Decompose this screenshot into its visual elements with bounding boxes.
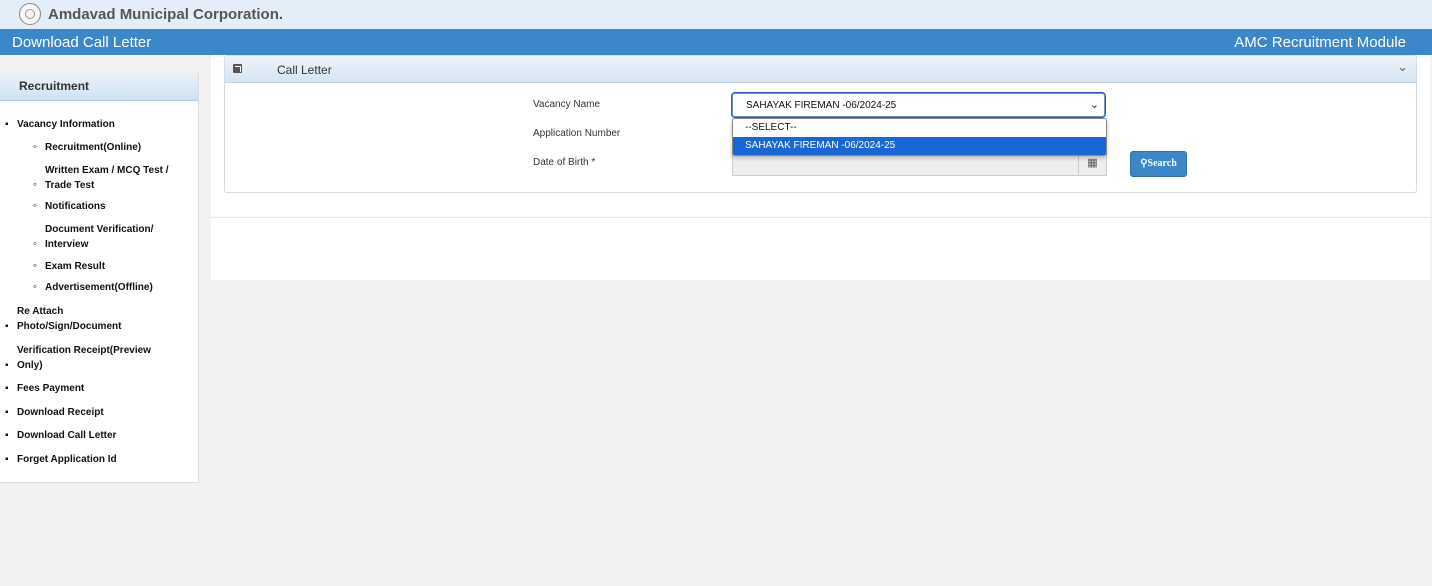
sidebar-item-label: Exam Result xyxy=(45,261,106,272)
sidebar-item-recruitment-online[interactable]: Recruitment(Online) xyxy=(45,140,141,155)
sidebar-item-label: Vacancy Information xyxy=(17,119,115,130)
sidebar-title: Recruitment xyxy=(0,73,198,101)
search-button[interactable]: ⚲Search xyxy=(1130,151,1187,177)
sidebar-item-label: Forget Application Id xyxy=(17,454,117,465)
sidebar-item-vacancy-information[interactable]: Vacancy Information xyxy=(17,117,115,132)
sidebar-item-forget-application-id[interactable]: Forget Application Id xyxy=(17,452,117,467)
bullet-icon xyxy=(5,117,9,132)
sidebar: Recruitment Vacancy Information Recruitm… xyxy=(0,73,199,483)
bullet-icon xyxy=(33,199,37,214)
bullet-icon xyxy=(5,428,9,443)
sidebar-item-label: Re Attach Photo/Sign/Document xyxy=(17,306,122,332)
date-of-birth-label: Date of Birth * xyxy=(533,157,596,168)
sidebar-item-notifications[interactable]: Notifications xyxy=(45,199,106,214)
bullet-icon xyxy=(33,259,37,274)
amc-logo-icon xyxy=(19,3,41,25)
sidebar-item-re-attach[interactable]: Re Attach Photo/Sign/Document xyxy=(17,304,137,334)
dropdown-option[interactable]: --SELECT-- xyxy=(733,119,1106,137)
bullet-icon xyxy=(5,319,9,334)
bullet-icon xyxy=(5,452,9,467)
bullet-icon xyxy=(33,178,37,193)
vacancy-name-value: SAHAYAK FIREMAN -06/2024-25 xyxy=(746,100,897,111)
bullet-icon xyxy=(33,237,37,252)
vacancy-name-select[interactable]: SAHAYAK FIREMAN -06/2024-25 ⌄ xyxy=(731,92,1106,118)
bullet-icon xyxy=(5,405,9,420)
panel-title: Call Letter xyxy=(277,63,332,77)
sidebar-item-verification-receipt[interactable]: Verification Receipt(Preview Only) xyxy=(17,343,167,373)
sidebar-item-label: Verification Receipt(Preview Only) xyxy=(17,345,151,371)
bullet-icon xyxy=(33,280,37,295)
sidebar-item-advertisement-offline[interactable]: Advertisement(Offline) xyxy=(45,280,153,295)
application-number-label: Application Number xyxy=(533,128,621,139)
sidebar-item-fees-payment[interactable]: Fees Payment xyxy=(17,381,84,396)
sidebar-item-label: Notifications xyxy=(45,201,106,212)
org-name: Amdavad Municipal Corporation. xyxy=(48,6,284,23)
sidebar-item-download-call-letter[interactable]: Download Call Letter xyxy=(17,428,116,443)
vacancy-dropdown-list: --SELECT-- SAHAYAK FIREMAN -06/2024-25 xyxy=(732,118,1107,156)
title-bar: Download Call Letter AMC Recruitment Mod… xyxy=(0,29,1432,55)
bullet-icon xyxy=(5,358,9,373)
bullet-icon xyxy=(33,140,37,155)
edit-icon xyxy=(233,64,242,73)
sidebar-item-label: Fees Payment xyxy=(17,383,85,394)
sidebar-item-label: Download Receipt xyxy=(17,407,104,418)
bullet-icon xyxy=(5,381,9,396)
panel-header[interactable]: Call Letter ⌄ xyxy=(225,56,1416,83)
sidebar-item-label: Recruitment(Online) xyxy=(45,142,142,153)
chevron-down-icon: ⌄ xyxy=(1089,99,1099,111)
sidebar-item-written-exam[interactable]: Written Exam / MCQ Test / Trade Test xyxy=(45,163,180,193)
sidebar-item-label: Document Verification/ Interview xyxy=(45,224,154,250)
module-name: AMC Recruitment Module xyxy=(1234,34,1406,51)
divider xyxy=(211,217,1430,218)
sidebar-item-exam-result[interactable]: Exam Result xyxy=(45,259,105,274)
sidebar-item-document-verification[interactable]: Document Verification/ Interview xyxy=(45,222,175,252)
sidebar-item-download-receipt[interactable]: Download Receipt xyxy=(17,405,104,420)
dropdown-option-selected[interactable]: SAHAYAK FIREMAN -06/2024-25 xyxy=(733,137,1106,155)
page-title: Download Call Letter xyxy=(12,34,152,51)
sidebar-item-label: Written Exam / MCQ Test / Trade Test xyxy=(45,165,169,191)
top-header: Amdavad Municipal Corporation. xyxy=(0,0,1432,29)
sidebar-item-label: Download Call Letter xyxy=(17,430,117,441)
chevron-down-icon[interactable]: ⌄ xyxy=(1397,59,1408,75)
sidebar-item-label: Advertisement(Offline) xyxy=(45,282,153,293)
search-icon: ⚲ xyxy=(1140,158,1148,169)
search-button-label: Search xyxy=(1147,158,1177,169)
vacancy-name-label: Vacancy Name xyxy=(533,99,601,110)
